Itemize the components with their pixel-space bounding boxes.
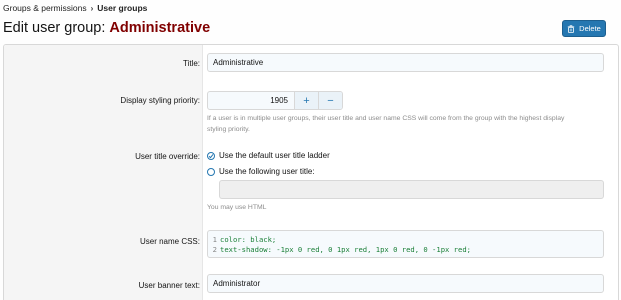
priority-hint: If a user is in multiple user groups, th… (207, 114, 607, 135)
trash-icon (567, 24, 575, 33)
priority-hint-line-1: If a user is in multiple user groups, th… (207, 115, 565, 122)
username-css-editor[interactable]: 1 color: black; 2 text-shadow: -1px 0 re… (207, 230, 604, 258)
decrement-button[interactable]: − (318, 92, 342, 109)
code-line: 1 color: black; (208, 234, 603, 244)
priority-hint-line-2: styling priority. (207, 125, 250, 133)
radio-custom-title-label: Use the following user title: (219, 167, 315, 176)
breadcrumb-link-groups-permissions[interactable]: Groups & permissions (3, 3, 87, 13)
line-number: 1 (212, 234, 217, 244)
username-css-label: User name CSS: (139, 237, 200, 246)
priority-label: Display styling priority: (120, 96, 200, 105)
priority-stepper: 1905 + − (207, 91, 343, 110)
radio-unchecked-icon (207, 167, 215, 176)
banner-text-input[interactable]: Administrator (207, 274, 604, 293)
delete-button-label: Delete (579, 24, 601, 33)
title-label: Title: (182, 59, 200, 68)
breadcrumb-link-user-groups[interactable]: User groups (97, 3, 147, 13)
delete-button[interactable]: Delete (562, 20, 606, 37)
code-text: color: black; (220, 234, 277, 244)
increment-button[interactable]: + (294, 92, 318, 109)
page-title-prefix: Edit user group: (3, 20, 106, 36)
code-line: 2 text-shadow: -1px 0 red, 0 1px red, 1p… (208, 244, 603, 254)
page-title: Edit user group: Administrative (3, 20, 210, 36)
label-column (4, 45, 203, 300)
radio-custom-title[interactable]: Use the following user title: (207, 167, 315, 176)
banner-text-label: User banner text: (138, 281, 200, 290)
chevron-right-icon: › (90, 3, 94, 13)
code-text: text-shadow: -1px 0 red, 0 1px red, 1px … (220, 244, 471, 254)
radio-default-ladder-label: Use the default user title ladder (219, 151, 330, 160)
priority-input[interactable]: 1905 (208, 92, 294, 109)
html-hint: You may use HTML (207, 204, 267, 211)
breadcrumb: Groups & permissions › User groups (3, 2, 147, 14)
page-title-entity: Administrative (109, 20, 211, 36)
title-override-label: User title override: (135, 152, 200, 161)
title-input[interactable]: Administrative (207, 53, 604, 72)
custom-user-title-input[interactable] (219, 180, 604, 199)
radio-checked-icon (207, 151, 215, 160)
line-number: 2 (212, 244, 217, 254)
radio-default-ladder[interactable]: Use the default user title ladder (207, 151, 330, 160)
edit-form: Title: Administrative Display styling pr… (3, 44, 619, 300)
